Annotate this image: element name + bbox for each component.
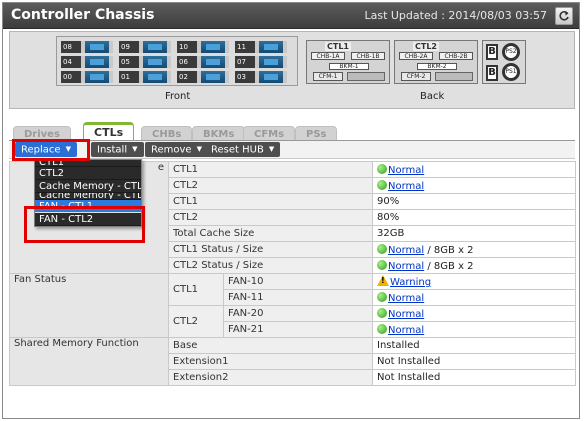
menu-item-fan-ctl1[interactable]: FAN - CTL1: [35, 200, 141, 213]
drive-slot[interactable]: 05: [119, 56, 171, 68]
tab-bkms[interactable]: BKMs: [192, 126, 246, 141]
menu-item-cache-memory-ctl2[interactable]: Cache Memory - CTL2: [35, 193, 141, 200]
tab-bar: Drives CTLs CHBs BKMs CFMs PSs: [9, 122, 575, 141]
drive-slot[interactable]: 08: [61, 41, 113, 53]
menu-item-cache-memory-ctl1[interactable]: Cache Memory - CTL1: [35, 180, 141, 193]
drive-slot[interactable]: 02: [177, 71, 229, 83]
controller-unit-1[interactable]: CTL1 CHB-1A CHB-1B BKM-1 CFM-1: [306, 40, 390, 84]
normal-status-icon: [377, 323, 387, 334]
status-link[interactable]: Normal: [388, 261, 424, 272]
port-icon: [347, 72, 385, 81]
normal-status-icon: [377, 307, 387, 318]
status-link[interactable]: Warning: [390, 277, 431, 288]
front-label: Front: [165, 91, 191, 102]
drive-slot[interactable]: 06: [177, 56, 229, 68]
drive-slot[interactable]: 03: [235, 71, 287, 83]
tab-cfms[interactable]: CFMs: [243, 126, 296, 141]
drive-slot[interactable]: 01: [119, 71, 171, 83]
status-link[interactable]: Normal: [388, 245, 424, 256]
b-icon: B: [486, 65, 498, 81]
menu-item-ctl2[interactable]: CTL2: [35, 167, 141, 180]
b-icon: B: [486, 44, 498, 60]
status-link[interactable]: Normal: [388, 293, 424, 304]
menu-item-fan-ctl2[interactable]: FAN - CTL2: [35, 213, 141, 226]
drive-row: 08 09 10 11: [61, 41, 295, 53]
warning-icon: [377, 275, 389, 286]
status-link[interactable]: Normal: [388, 325, 424, 336]
action-toolbar: Replace ▼ Install ▼ Remove ▼ Reset HUB ▼: [9, 141, 575, 159]
normal-status-icon: [377, 179, 387, 190]
normal-status-icon: [377, 259, 387, 270]
status-link[interactable]: Normal: [388, 309, 424, 320]
drive-slot[interactable]: 09: [119, 41, 171, 53]
tab-ctls[interactable]: CTLs: [83, 122, 135, 141]
remove-button[interactable]: Remove ▼: [145, 142, 208, 157]
tab-chbs[interactable]: CHBs: [141, 126, 193, 141]
controller-chassis-window: Controller Chassis Last Updated : 2014/0…: [2, 2, 580, 419]
table-row: Fan Status CTL1 FAN-10 Warning: [9, 273, 576, 338]
chevron-down-icon: ▼: [268, 145, 275, 153]
reset-hub-button[interactable]: Reset HUB ▼: [205, 142, 281, 157]
menu-item-ctl1[interactable]: CTL1: [35, 160, 141, 167]
drive-row: 00 01 02 03: [61, 71, 295, 83]
front-panel: 08 09 10 11 04 05 06 07 00 01 02 03: [56, 36, 298, 86]
drive-slot[interactable]: 04: [61, 56, 113, 68]
port-icon: [435, 72, 473, 81]
tab-drives[interactable]: Drives: [13, 126, 71, 141]
title-bar: Controller Chassis Last Updated : 2014/0…: [3, 3, 579, 29]
chevron-down-icon: ▼: [132, 145, 138, 153]
drive-slot[interactable]: 10: [177, 41, 229, 53]
power-supply-panel[interactable]: B PS2 B PS1: [482, 40, 526, 84]
controller-unit-2[interactable]: CTL2 CHB-2A CHB-2B BKM-2 CFM-2: [394, 40, 478, 84]
normal-status-icon: [377, 243, 387, 254]
drive-slot[interactable]: 11: [235, 41, 287, 53]
refresh-button[interactable]: [555, 7, 573, 25]
back-panel: CTL1 CHB-1A CHB-1B BKM-1 CFM-1 CTL2 CHB-…: [306, 40, 480, 84]
normal-status-icon: [377, 163, 387, 174]
normal-status-icon: [377, 291, 387, 302]
chevron-down-icon: ▼: [196, 145, 202, 153]
chevron-down-icon: ▼: [65, 145, 71, 153]
install-button[interactable]: Install ▼: [91, 142, 144, 157]
drive-slot[interactable]: 07: [235, 56, 287, 68]
window-title: Controller Chassis: [11, 7, 155, 23]
refresh-icon: [559, 11, 569, 21]
replace-button[interactable]: Replace ▼: [15, 142, 77, 157]
drive-slot[interactable]: 00: [61, 71, 113, 83]
status-link[interactable]: Normal: [388, 165, 424, 176]
replace-dropdown-menu: CTL1 CTL2 Cache Memory - CTL1 Cache Memo…: [34, 159, 142, 227]
last-updated-text: Last Updated : 2014/08/03 03:57: [364, 9, 547, 22]
back-label: Back: [420, 91, 445, 102]
ps1-icon: PS1: [502, 63, 520, 81]
drive-row: 04 05 06 07: [61, 56, 295, 68]
table-row: Shared Memory Function Base Installed: [9, 337, 576, 386]
chassis-view: 08 09 10 11 04 05 06 07 00 01 02 03 Fron…: [9, 31, 575, 109]
ps2-icon: PS2: [502, 43, 520, 61]
tab-pss[interactable]: PSs: [295, 126, 338, 141]
status-link[interactable]: Normal: [388, 181, 424, 192]
fan-status-label: Fan Status: [9, 273, 169, 338]
shared-memory-label: Shared Memory Function: [9, 337, 169, 386]
